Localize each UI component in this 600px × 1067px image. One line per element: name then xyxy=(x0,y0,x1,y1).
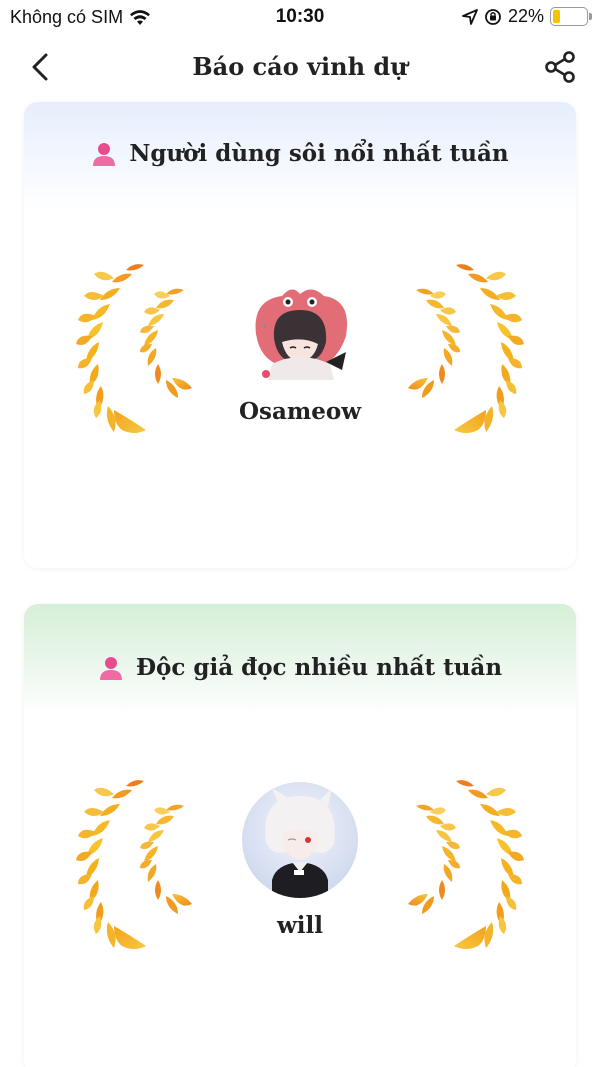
svg-text:✦: ✦ xyxy=(262,323,267,330)
honor-card-most-active[interactable]: Người dùng sôi nổi nhất tuần ✦ Osameow xyxy=(24,102,576,568)
card-title: Người dùng sôi nổi nhất tuần xyxy=(129,140,509,167)
card-header: Độc giả đọc nhiều nhất tuần xyxy=(24,654,576,681)
battery-icon xyxy=(550,7,592,26)
avatar[interactable]: ✦ xyxy=(242,280,358,396)
user-name[interactable]: Osameow xyxy=(24,398,576,425)
card-title: Độc giả đọc nhiều nhất tuần xyxy=(135,654,503,681)
avatar-image: ✦ xyxy=(242,280,358,396)
battery-percent: 22% xyxy=(507,6,544,26)
card-header: Người dùng sôi nổi nhất tuần xyxy=(24,140,576,167)
user-icon xyxy=(99,656,122,680)
location-arrow-icon xyxy=(462,8,478,25)
avatar-image xyxy=(242,782,358,898)
avatar[interactable] xyxy=(242,782,358,898)
status-bar: Không có SIM 10:30 22% xyxy=(0,0,600,36)
orientation-lock-icon xyxy=(485,8,501,25)
nav-bar: Báo cáo vinh dự xyxy=(0,36,600,100)
status-right: 22% xyxy=(462,6,592,27)
user-name[interactable]: will xyxy=(24,912,576,939)
page-title: Báo cáo vinh dự xyxy=(192,52,408,81)
user-icon xyxy=(93,142,116,166)
share-icon[interactable] xyxy=(542,49,578,85)
honor-card-top-reader[interactable]: Độc giả đọc nhiều nhất tuần will xyxy=(24,604,576,1067)
